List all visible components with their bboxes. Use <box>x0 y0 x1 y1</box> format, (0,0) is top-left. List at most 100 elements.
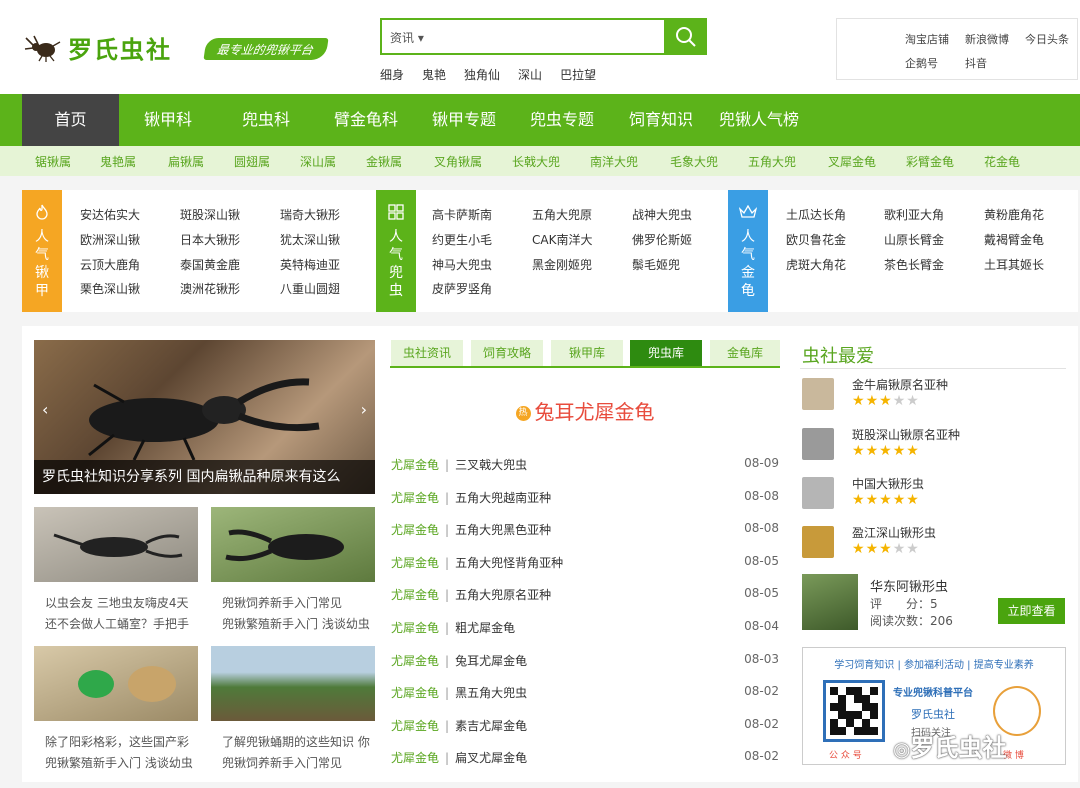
nav-longarm-chafers[interactable]: 臂金龟科 <box>322 94 410 146</box>
article-row[interactable]: 尤犀金龟 | 五角大兜黑色亚种 08-08 <box>391 521 779 541</box>
nav-stag-beetles[interactable]: 锹甲科 <box>124 94 212 146</box>
view-now-button[interactable]: 立即查看 <box>998 598 1065 624</box>
article-row[interactable]: 尤犀金龟 | 黑五角大兜虫 08-02 <box>391 684 779 704</box>
thumbnail-image[interactable] <box>34 646 198 721</box>
subnav-item[interactable]: 金锹属 <box>366 153 402 170</box>
featured-article[interactable]: 热兔耳尤犀金龟 <box>390 396 780 425</box>
thumbnail-image[interactable] <box>34 507 198 582</box>
subnav-item[interactable]: 长戟大兜 <box>512 153 560 170</box>
slide-next-arrow-icon[interactable]: › <box>361 400 367 419</box>
popular-rhino-link[interactable]: 黑金刚姬兜 <box>532 256 592 273</box>
popular-rhino-link[interactable]: CAK南洋大 <box>532 231 592 248</box>
thumbnail-image[interactable] <box>211 646 375 721</box>
popular-rhino-link[interactable]: 战神大兜虫 <box>632 206 692 223</box>
popular-stag-link[interactable]: 斑股深山锹 <box>180 206 240 223</box>
subnav-item[interactable]: 彩臂金龟 <box>906 153 954 170</box>
article-row[interactable]: 尤犀金龟 | 五角大兜越南亚种 08-08 <box>391 489 779 509</box>
popular-stag-link[interactable]: 八重山圆翅 <box>280 280 340 297</box>
nav-breeding-knowledge[interactable]: 饲育知识 <box>617 94 705 146</box>
popular-rhino-link[interactable]: 神马大兜虫 <box>432 256 492 273</box>
nav-stag-topics[interactable]: 锹甲专题 <box>420 94 508 146</box>
favorite-item[interactable]: 盈江深山锹形虫 ★★★★★ <box>802 524 1066 572</box>
popular-chafer-link[interactable]: 茶色长臂金 <box>884 256 944 273</box>
article-row[interactable]: 尤犀金龟 | 五角大兜怪背角亚种 08-05 <box>391 554 779 574</box>
article-row[interactable]: 尤犀金龟 | 粗尤犀金龟 08-04 <box>391 619 779 639</box>
thumb-link[interactable]: 兜锹繁殖新手入门 浅谈幼虫 <box>222 615 390 632</box>
article-row[interactable]: 尤犀金龟 | 三叉戟大兜虫 08-09 <box>391 456 779 476</box>
slide-prev-arrow-icon[interactable]: ‹ <box>42 400 48 419</box>
favorite-item[interactable]: 中国大锹形虫 ★★★★★ <box>802 475 1066 523</box>
search-box[interactable]: 资讯 ▾ <box>380 18 707 55</box>
search-category-select[interactable]: 资讯 ▾ <box>390 29 424 46</box>
popular-rhino-link[interactable]: 鬃毛姬兜 <box>632 256 680 273</box>
tab-stag-library[interactable]: 锹甲库 <box>551 340 623 366</box>
thumb-link[interactable]: 了解兜锹蛹期的这些知识 你 <box>222 733 390 750</box>
featured-slideshow[interactable]: ‹ › 罗氏虫社知识分享系列 国内扁锹品种原来有这么 <box>34 340 375 494</box>
favorite-item[interactable]: 金牛扁锹原名亚种 ★★★★★ <box>802 376 1066 424</box>
popular-rhino-link[interactable]: 佛罗伦斯姬 <box>632 231 692 248</box>
popular-rhino-link[interactable]: 高卡萨斯南 <box>432 206 492 223</box>
popular-chafer-link[interactable]: 山原长臂金 <box>884 231 944 248</box>
subnav-item[interactable]: 毛象大兜 <box>670 153 718 170</box>
popular-stag-link[interactable]: 安达佑实大 <box>80 206 140 223</box>
nav-home[interactable]: 首页 <box>22 94 119 146</box>
subnav-item[interactable]: 叉角锹属 <box>434 153 482 170</box>
popular-stag-link[interactable]: 云顶大鹿角 <box>80 256 140 273</box>
popular-rhino-link[interactable]: 约更生小毛 <box>432 231 492 248</box>
slide-caption[interactable]: 罗氏虫社知识分享系列 国内扁锹品种原来有这么 <box>34 460 375 494</box>
favorite-item[interactable]: 斑股深山锹原名亚种 ★★★★★ <box>802 426 1066 474</box>
thumb-link[interactable]: 除了阳彩格彩，这些国产彩 <box>45 733 213 750</box>
popular-chafer-link[interactable]: 欧贝鲁花金 <box>786 231 846 248</box>
thumb-link[interactable]: 兜锹繁殖新手入门 浅谈幼虫 <box>45 754 213 771</box>
taobao-link[interactable]: 淘宝店铺 <box>905 31 949 47</box>
nav-rhino-topics[interactable]: 兜虫专题 <box>518 94 606 146</box>
hot-term[interactable]: 独角仙 <box>464 66 500 83</box>
popular-chafer-link[interactable]: 土耳其姬长 <box>984 256 1044 273</box>
popular-chafer-link[interactable]: 歌利亚大角 <box>884 206 944 223</box>
promo-link[interactable]: 学习饲育知识 <box>834 660 894 671</box>
popular-chafer-link[interactable]: 戴褐臂金龟 <box>984 231 1044 248</box>
hot-term[interactable]: 鬼艳 <box>422 66 446 83</box>
popular-stag-link[interactable]: 栗色深山锹 <box>80 280 140 297</box>
search-button[interactable] <box>664 18 707 55</box>
hot-term[interactable]: 细身 <box>380 66 404 83</box>
douyin-link[interactable]: 抖音 <box>965 55 987 71</box>
subnav-item[interactable]: 五角大兜 <box>748 153 796 170</box>
subnav-item[interactable]: 鬼艳属 <box>100 153 136 170</box>
popular-chafer-link[interactable]: 虎斑大角花 <box>786 256 846 273</box>
popular-rhino-link[interactable]: 皮萨罗竖角 <box>432 280 492 297</box>
popular-stag-link[interactable]: 英特梅迪亚 <box>280 256 340 273</box>
tab-chafer-library[interactable]: 金龟库 <box>710 340 780 366</box>
subnav-item[interactable]: 南洋大兜 <box>590 153 638 170</box>
hot-term[interactable]: 巴拉望 <box>560 66 596 83</box>
site-logo[interactable]: 罗氏虫社 <box>24 30 172 65</box>
thumbnail-image[interactable] <box>211 507 375 582</box>
promo-link[interactable]: 提高专业素养 <box>974 660 1034 671</box>
article-row[interactable]: 尤犀金龟 | 素吉尤犀金龟 08-02 <box>391 717 779 737</box>
subnav-item[interactable]: 叉犀金龟 <box>828 153 876 170</box>
subnav-item[interactable]: 花金龟 <box>984 153 1020 170</box>
toutiao-link[interactable]: 今日头条 <box>1025 31 1069 47</box>
popular-stag-link[interactable]: 瑞奇大锹形 <box>280 206 340 223</box>
popular-rhino-link[interactable]: 五角大兜原 <box>532 206 592 223</box>
popular-stag-link[interactable]: 泰国黄金鹿 <box>180 256 240 273</box>
tab-rhino-library[interactable]: 兜虫库 <box>630 340 702 366</box>
popular-stag-link[interactable]: 犹太深山锹 <box>280 231 340 248</box>
tab-breeding-guide[interactable]: 饲育攻略 <box>471 340 543 366</box>
thumb-link[interactable]: 兜锹饲养新手入门常见 <box>222 594 390 611</box>
weibo-link[interactable]: 新浪微博 <box>965 31 1009 47</box>
subnav-item[interactable]: 锯锹属 <box>35 153 71 170</box>
popular-chafer-link[interactable]: 黄粉鹿角花 <box>984 206 1044 223</box>
article-row[interactable]: 尤犀金龟 | 扁叉尤犀金龟 08-02 <box>391 749 779 769</box>
nav-popularity-ranking[interactable]: 兜锹人气榜 <box>715 94 803 146</box>
tab-news[interactable]: 虫社资讯 <box>391 340 463 366</box>
thumb-link[interactable]: 以虫会友 三地虫友嗨皮4天 <box>45 594 213 611</box>
subnav-item[interactable]: 深山属 <box>300 153 336 170</box>
thumb-link[interactable]: 还不会做人工蛹室？手把手 <box>45 615 213 632</box>
subnav-item[interactable]: 扁锹属 <box>168 153 204 170</box>
article-row[interactable]: 尤犀金龟 | 五角大兜原名亚种 08-05 <box>391 586 779 606</box>
popular-stag-link[interactable]: 澳洲花锹形 <box>180 280 240 297</box>
nav-rhino-beetles[interactable]: 兜虫科 <box>222 94 310 146</box>
hot-term[interactable]: 深山 <box>518 66 542 83</box>
popular-stag-link[interactable]: 日本大锹形 <box>180 231 240 248</box>
